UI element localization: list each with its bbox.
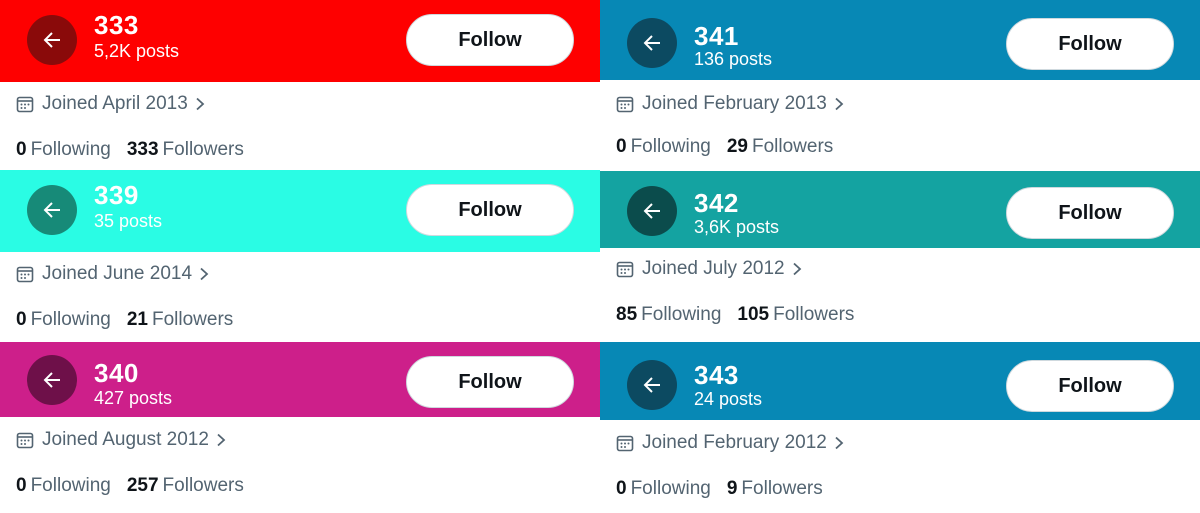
- posts-count: 136 posts: [694, 49, 773, 69]
- joined-label: Joined February 2012: [642, 432, 827, 453]
- follow-button[interactable]: Follow: [1006, 360, 1174, 412]
- followers-stat[interactable]: 9 Followers: [727, 478, 823, 500]
- chevron-right-icon: [217, 433, 226, 447]
- following-stat[interactable]: 0 Following: [616, 136, 711, 158]
- chevron-right-icon: [200, 267, 209, 281]
- following-count: 0: [616, 478, 627, 499]
- back-button[interactable]: [27, 185, 77, 235]
- followers-label: Followers: [151, 309, 234, 330]
- right-column: 341 136 posts Follow Joined February 201…: [600, 0, 1200, 513]
- followers-count: 29: [726, 136, 748, 157]
- followers-count: 9: [726, 478, 738, 499]
- follow-stats: 0 Following 29 Followers: [616, 135, 833, 159]
- joined-label: Joined February 2013: [642, 93, 827, 114]
- calendar-icon: [16, 96, 34, 113]
- profile-name: 341: [694, 21, 739, 51]
- left-arrow-icon: [643, 35, 660, 51]
- following-label: Following: [30, 139, 111, 160]
- following-label: Following: [30, 475, 111, 496]
- posts-count: 427 posts: [94, 388, 173, 408]
- follow-stats: 0 Following 21 Followers: [16, 308, 233, 332]
- posts-count: 5,2K posts: [94, 41, 180, 61]
- follow-button[interactable]: Follow: [406, 184, 574, 236]
- joined-label: Joined June 2014: [42, 263, 193, 284]
- following-stat[interactable]: 0 Following: [16, 309, 111, 331]
- joined-date[interactable]: Joined February 2013: [616, 92, 845, 116]
- following-label: Following: [630, 136, 711, 157]
- left-arrow-icon: [43, 202, 60, 218]
- following-stat[interactable]: 0 Following: [16, 475, 111, 497]
- left-arrow-icon: [643, 377, 660, 393]
- follow-button[interactable]: Follow: [1006, 187, 1174, 239]
- following-label: Following: [641, 304, 722, 325]
- calendar-icon: [616, 96, 634, 113]
- joined-date[interactable]: Joined June 2014: [16, 262, 210, 286]
- left-arrow-icon: [43, 372, 60, 388]
- left-arrow-icon: [43, 32, 60, 48]
- followers-stat[interactable]: 105 Followers: [737, 304, 854, 326]
- chevron-right-icon: [835, 97, 844, 111]
- back-button[interactable]: [27, 355, 77, 405]
- left-arrow-icon: [643, 203, 660, 219]
- joined-label: Joined August 2012: [42, 429, 209, 450]
- follow-stats: 0 Following 257 Followers: [16, 474, 244, 498]
- followers-label: Followers: [773, 304, 855, 325]
- chevron-right-icon: [835, 436, 844, 450]
- followers-label: Followers: [162, 475, 244, 496]
- posts-count: 24 posts: [694, 389, 763, 409]
- follow-button[interactable]: Follow: [1006, 18, 1174, 70]
- profile-name: 342: [694, 188, 739, 218]
- follow-stats: 0 Following 333 Followers: [16, 138, 244, 162]
- profile-name: 340: [94, 358, 139, 388]
- following-label: Following: [30, 309, 111, 330]
- posts-count: 35 posts: [94, 211, 163, 231]
- follow-stats: 0 Following 9 Followers: [616, 477, 823, 501]
- back-button[interactable]: [627, 18, 677, 68]
- profile-name: 343: [694, 360, 739, 390]
- calendar-icon: [616, 261, 634, 278]
- following-count: 0: [16, 309, 27, 330]
- following-count: 0: [616, 136, 627, 157]
- back-button[interactable]: [627, 186, 677, 236]
- follow-button[interactable]: Follow: [406, 14, 574, 66]
- joined-date[interactable]: Joined July 2012: [616, 257, 803, 281]
- following-count: 0: [16, 139, 27, 160]
- joined-date[interactable]: Joined April 2013: [16, 92, 206, 116]
- joined-date[interactable]: Joined February 2012: [616, 431, 845, 455]
- followers-stat[interactable]: 333 Followers: [127, 139, 244, 161]
- followers-stat[interactable]: 29 Followers: [727, 136, 833, 158]
- following-stat[interactable]: 0 Following: [16, 139, 111, 161]
- chevron-right-icon: [793, 262, 801, 276]
- following-label: Following: [630, 478, 711, 499]
- following-count: 0: [16, 475, 27, 496]
- back-button[interactable]: [27, 15, 77, 65]
- followers-count: 21: [126, 309, 148, 330]
- profile-name: 333: [94, 10, 139, 40]
- left-column: 333 5,2K posts Follow Joined April 2013 …: [0, 0, 600, 513]
- following-stat[interactable]: 0 Following: [616, 478, 711, 500]
- followers-count: 333: [126, 139, 159, 160]
- followers-stat[interactable]: 257 Followers: [127, 475, 244, 497]
- calendar-icon: [16, 266, 34, 283]
- following-count: 85: [616, 304, 638, 325]
- follow-button[interactable]: Follow: [406, 356, 574, 408]
- profile-name: 339: [94, 180, 139, 210]
- joined-label: Joined July 2012: [642, 258, 785, 279]
- followers-stat[interactable]: 21 Followers: [127, 309, 233, 331]
- followers-label: Followers: [741, 478, 823, 499]
- back-button[interactable]: [627, 360, 677, 410]
- joined-label: Joined April 2013: [42, 93, 188, 114]
- chevron-right-icon: [196, 97, 205, 111]
- posts-count: 3,6K posts: [694, 217, 780, 237]
- followers-label: Followers: [751, 136, 834, 157]
- followers-label: Followers: [162, 139, 244, 160]
- calendar-icon: [616, 435, 634, 452]
- calendar-icon: [16, 432, 34, 449]
- following-stat[interactable]: 85 Following: [616, 304, 721, 326]
- followers-count: 105: [737, 304, 770, 325]
- joined-date[interactable]: Joined August 2012: [16, 428, 227, 452]
- follow-stats: 85 Following 105 Followers: [616, 303, 854, 327]
- followers-count: 257: [126, 475, 159, 496]
